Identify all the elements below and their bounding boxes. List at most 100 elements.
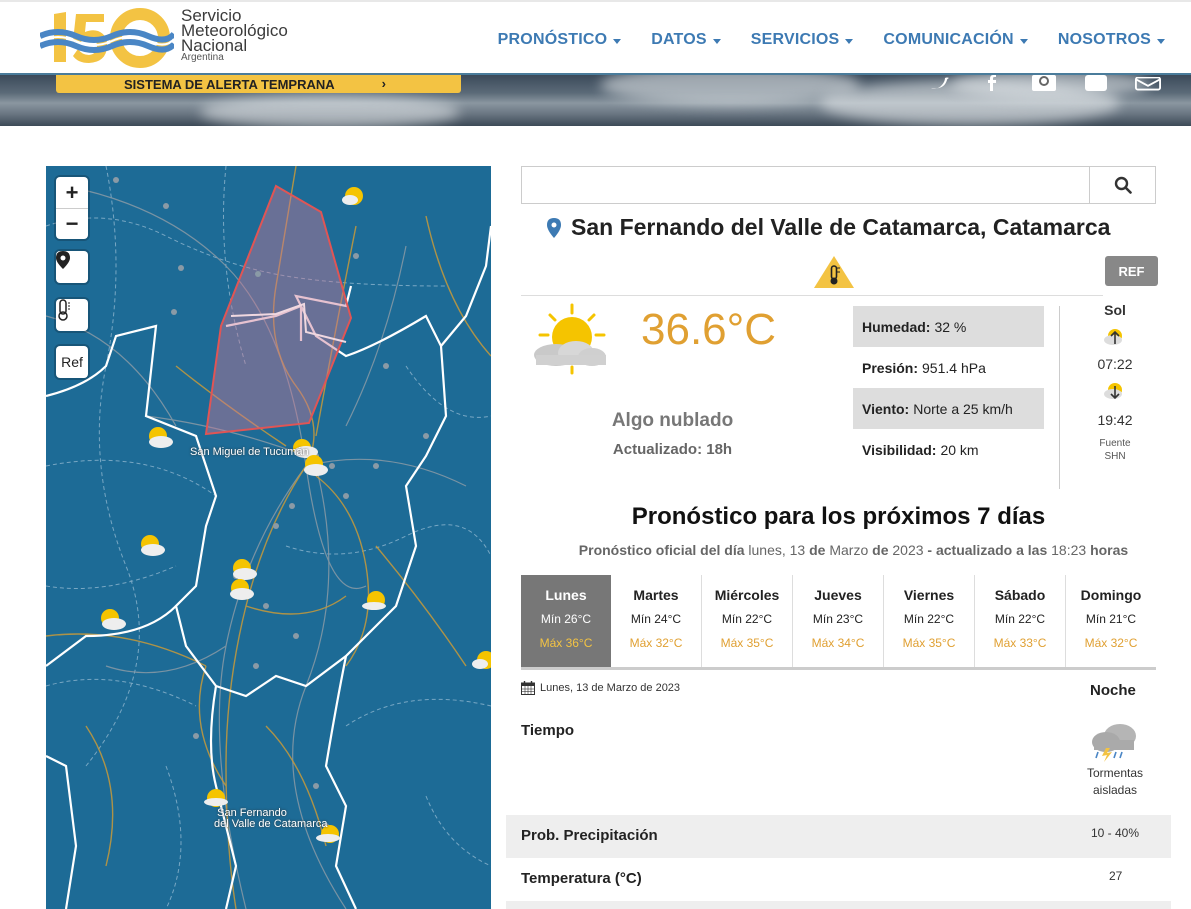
day-tab-martes[interactable]: Martes Mín 24°C Máx 32°C (611, 575, 702, 667)
logo-line-3: Nacional (181, 36, 248, 55)
youtube-icon[interactable] (1083, 75, 1109, 91)
day-max: Máx 32°C (1084, 636, 1138, 650)
weather-row-label: Tiempo (521, 722, 575, 739)
ref-button[interactable]: REF (1105, 256, 1158, 286)
map-canvas[interactable] (46, 166, 491, 909)
day-max: Máx 36°C (539, 636, 593, 650)
early-warning-button[interactable]: SISTEMA DE ALERTA TEMPRANA › (56, 75, 461, 93)
divider (521, 295, 1103, 296)
nav-datos[interactable]: DATOS (651, 31, 721, 49)
heat-alert-icon[interactable] (812, 254, 856, 290)
header: Servicio Meteorológico Nacional Argentin… (0, 0, 1191, 75)
nav-nosotros[interactable]: NOSOTROS (1058, 31, 1165, 49)
search-button[interactable] (1089, 167, 1155, 203)
day-min: Mín 24°C (630, 612, 682, 626)
weather-value-line-1: Tormentas (1086, 766, 1144, 780)
nav-servicios[interactable]: SERVICIOS (751, 31, 854, 49)
stat-value: 20 km (940, 441, 979, 458)
nav-label: NOSOTROS (1057, 31, 1151, 48)
search-input[interactable] (522, 167, 1089, 203)
day-tab-lunes[interactable]: Lunes Mín 26°C Máx 36°C (521, 575, 611, 667)
day-tab-jueves[interactable]: Jueves Mín 23°C Máx 34°C (793, 575, 884, 667)
stat-visibility: Visibilidad: 20 km (853, 429, 1044, 470)
subtitle-weekday: lunes, 13 (748, 542, 806, 558)
zoom-in-button[interactable]: + (56, 177, 88, 208)
precip-label: Prob. Precipitación (521, 827, 658, 844)
facebook-icon[interactable] (979, 75, 1005, 91)
stat-value: 951.4 hPa (922, 359, 986, 376)
location-search (521, 166, 1156, 204)
forecast-day-tabs: Lunes Mín 26°C Máx 36°C Martes Mín 24°C … (521, 575, 1156, 670)
sunset-icon (1104, 383, 1122, 400)
divider-vertical (1059, 306, 1060, 489)
map-marker-icon (547, 217, 561, 238)
weather-value-line-2: aisladas (1092, 783, 1138, 797)
alert-button-label: SISTEMA DE ALERTA TEMPRANA (124, 77, 335, 92)
current-updated: Actualizado: 18h (612, 441, 733, 458)
nav-label: DATOS (651, 31, 707, 48)
subtitle-year: 2023 (892, 542, 924, 558)
period-header: Noche (1090, 682, 1136, 699)
stat-value: Norte a 25 km/h (913, 400, 1013, 417)
day-max: Máx 35°C (902, 636, 956, 650)
weather-map[interactable]: + − Ref San Miguel de Tucumán San Fernan… (46, 166, 491, 909)
map-label-catamarca-2: del Valle de Catamarca (214, 818, 328, 830)
hero-banner: SISTEMA DE ALERTA TEMPRANA › (0, 75, 1191, 126)
map-ref-button[interactable]: Ref (56, 346, 88, 378)
day-name: Viernes (903, 587, 955, 603)
precip-row: Prob. Precipitación 10 - 40% (506, 815, 1171, 858)
next-row (506, 901, 1171, 909)
subtitle-time: 18:23 (1051, 542, 1087, 558)
subtitle-prefix: Pronóstico oficial del día (578, 542, 745, 558)
subtitle-de2: de (872, 542, 889, 558)
sunrise-time: 07:22 (1097, 356, 1133, 372)
stat-label: Humedad: (862, 318, 931, 335)
day-min: Mín 22°C (903, 612, 955, 626)
nav-pronostico[interactable]: PRONÓSTICO (498, 31, 622, 49)
stat-label: Viento: (862, 400, 910, 417)
zoom-out-button[interactable]: − (56, 208, 88, 239)
caret-down-icon (712, 38, 721, 44)
subtitle-suffix: horas (1090, 542, 1129, 558)
precip-value: 10 - 40% (1091, 826, 1140, 840)
day-tab-domingo[interactable]: Domingo Mín 21°C Máx 32°C (1066, 575, 1156, 667)
instagram-icon[interactable] (1031, 75, 1057, 91)
day-min: Mín 26°C (540, 612, 592, 626)
day-max: Máx 32°C (629, 636, 683, 650)
locate-button[interactable] (56, 251, 88, 283)
caret-down-icon (613, 38, 622, 44)
location-name: San Fernando del Valle de Catamarca, Cat… (571, 214, 1111, 240)
search-icon (1114, 176, 1132, 194)
day-tab-miercoles[interactable]: Miércoles Mín 22°C Máx 35°C (702, 575, 793, 667)
twitter-icon[interactable] (927, 75, 953, 91)
social-links (927, 75, 1161, 91)
day-name: Sábado (994, 587, 1046, 603)
logo-150-mark (40, 8, 174, 68)
temperature-layer-button[interactable] (56, 299, 88, 331)
subtitle-mid: - actualizado a las (927, 542, 1048, 558)
weather-row-value: Tormentas aisladas (1075, 765, 1155, 799)
sun-source-value: SHN (1104, 451, 1126, 462)
day-tab-viernes[interactable]: Viernes Mín 22°C Máx 35°C (884, 575, 975, 667)
forecast-title: Pronóstico para los próximos 7 días (631, 503, 1046, 530)
caret-down-icon (1019, 38, 1028, 44)
stat-humidity: Humedad: 32 % (853, 306, 1044, 347)
day-name: Jueves (814, 587, 862, 603)
day-min: Mín 23°C (812, 612, 864, 626)
nav-comunicacion[interactable]: COMUNICACIÓN (883, 31, 1028, 49)
current-temperature: 36.6°C (641, 305, 777, 354)
day-min: Mín 22°C (994, 612, 1046, 626)
stat-pressure: Presión: 951.4 hPa (853, 347, 1044, 388)
smn-logo[interactable]: Servicio Meteorológico Nacional Argentin… (40, 6, 310, 72)
detail-date: Lunes, 13 de Marzo de 2023 (521, 681, 680, 695)
stat-label: Visibilidad: (862, 441, 937, 458)
day-name: Miércoles (714, 587, 780, 603)
current-description: Algo nublado (611, 410, 734, 431)
sun-info: Sol 07:22 19:42 Fuente SHN (1085, 302, 1145, 463)
day-name: Domingo (1080, 587, 1142, 603)
email-icon[interactable] (1135, 75, 1161, 91)
sun-source-label: Fuente (1099, 438, 1131, 449)
temperature-value: 27 (1109, 869, 1123, 883)
day-max: Máx 34°C (811, 636, 865, 650)
day-tab-sabado[interactable]: Sábado Mín 22°C Máx 33°C (975, 575, 1066, 667)
